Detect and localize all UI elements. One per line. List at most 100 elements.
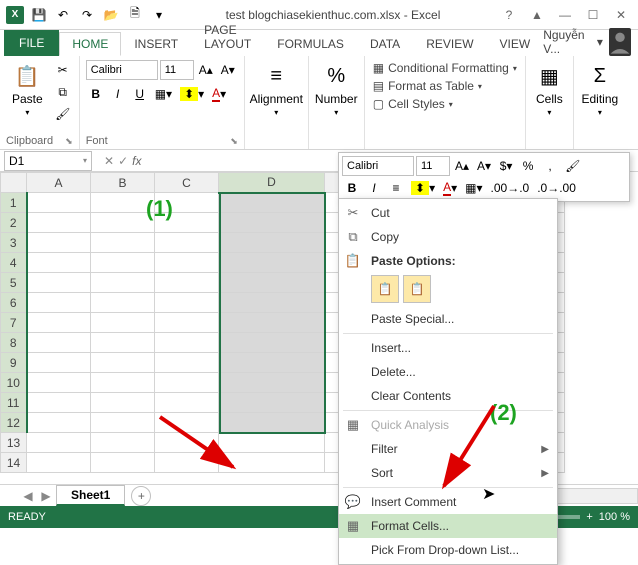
format-painter-icon[interactable]: 🖌 <box>53 104 73 124</box>
row-header-13[interactable]: 13 <box>1 433 27 453</box>
col-header-B[interactable]: B <box>91 173 155 193</box>
open-icon[interactable]: 📂 <box>100 4 122 26</box>
zoom-value[interactable]: 100 % <box>599 511 630 523</box>
maximize-icon[interactable]: ☐ <box>580 4 606 26</box>
cell-B11[interactable] <box>91 393 155 413</box>
mini-font-name[interactable] <box>342 156 414 176</box>
minimize-icon[interactable]: — <box>552 4 578 26</box>
font-size-combo[interactable] <box>160 60 194 80</box>
mini-dec-decimal-icon[interactable]: .00→.0 <box>488 178 533 198</box>
cell-B10[interactable] <box>91 373 155 393</box>
mini-comma-icon[interactable]: , <box>540 156 560 176</box>
ctx-insert-comment[interactable]: 💬 Insert Comment <box>339 490 557 514</box>
conditional-formatting-button[interactable]: ▦ Conditional Formatting ▾ <box>371 60 519 76</box>
mini-percent-icon[interactable]: % <box>518 156 538 176</box>
cell-D12[interactable] <box>219 413 325 433</box>
row-header-9[interactable]: 9 <box>1 353 27 373</box>
increase-font-icon[interactable]: A▴ <box>196 60 216 80</box>
cell-D7[interactable] <box>219 313 325 333</box>
ctx-paste-special[interactable]: Paste Special... <box>339 307 557 331</box>
row-header-12[interactable]: 12 <box>1 413 27 433</box>
close-icon[interactable]: ✕ <box>608 4 634 26</box>
mini-font-color-icon[interactable]: A▾ <box>440 178 460 198</box>
clipboard-launcher-icon[interactable]: ⬊ <box>65 136 73 147</box>
editing-button[interactable]: Σ Editing ▾ <box>580 60 620 119</box>
tab-file[interactable]: FILE <box>4 30 59 56</box>
cell-C6[interactable] <box>155 293 219 313</box>
cell-C5[interactable] <box>155 273 219 293</box>
cell-D11[interactable] <box>219 393 325 413</box>
cell-D9[interactable] <box>219 353 325 373</box>
cell-D10[interactable] <box>219 373 325 393</box>
tab-page-layout[interactable]: PAGE LAYOUT <box>191 18 264 56</box>
cell-D3[interactable] <box>219 233 325 253</box>
cell-B8[interactable] <box>91 333 155 353</box>
row-header-4[interactable]: 4 <box>1 253 27 273</box>
sheet-nav-next-icon[interactable]: ▶ <box>38 489 54 503</box>
cell-C2[interactable] <box>155 213 219 233</box>
mini-align-icon[interactable]: ≡ <box>386 178 406 198</box>
row-header-3[interactable]: 3 <box>1 233 27 253</box>
select-all-corner[interactable] <box>1 173 27 193</box>
ctx-clear-contents[interactable]: Clear Contents <box>339 384 557 408</box>
cell-A7[interactable] <box>27 313 91 333</box>
ribbon-collapse-icon[interactable]: ▲ <box>524 4 550 26</box>
cell-B13[interactable] <box>91 433 155 453</box>
bold-button[interactable]: B <box>86 84 106 104</box>
add-sheet-button[interactable]: + <box>131 486 151 506</box>
cell-A8[interactable] <box>27 333 91 353</box>
excel-app-icon[interactable]: X <box>4 4 26 26</box>
cell-A2[interactable] <box>27 213 91 233</box>
cut-icon[interactable]: ✂ <box>53 60 73 80</box>
cell-A5[interactable] <box>27 273 91 293</box>
cell-B14[interactable] <box>91 453 155 473</box>
cancel-formula-icon[interactable]: ✕ <box>104 154 114 168</box>
cell-B5[interactable] <box>91 273 155 293</box>
cell-C11[interactable] <box>155 393 219 413</box>
row-header-7[interactable]: 7 <box>1 313 27 333</box>
mini-fill-icon[interactable]: ⬍▾ <box>408 178 438 198</box>
cell-D14[interactable] <box>219 453 325 473</box>
tab-home[interactable]: HOME <box>59 32 121 56</box>
ctx-format-cells[interactable]: ▦ Format Cells... <box>339 514 557 538</box>
ctx-cut[interactable]: ✂ Cut <box>339 201 557 225</box>
col-header-C[interactable]: C <box>155 173 219 193</box>
enter-formula-icon[interactable]: ✓ <box>118 154 128 168</box>
cell-B3[interactable] <box>91 233 155 253</box>
cell-A13[interactable] <box>27 433 91 453</box>
cell-A10[interactable] <box>27 373 91 393</box>
cell-C8[interactable] <box>155 333 219 353</box>
save-icon[interactable]: 💾 <box>28 4 50 26</box>
font-launcher-icon[interactable]: ⬊ <box>230 136 238 147</box>
cell-A11[interactable] <box>27 393 91 413</box>
copy-icon[interactable]: ⧉ <box>53 82 73 102</box>
cell-C3[interactable] <box>155 233 219 253</box>
col-header-D[interactable]: D <box>219 173 325 193</box>
mini-bold-icon[interactable]: B <box>342 178 362 198</box>
mini-format-painter-icon[interactable]: 🖌 <box>562 156 583 176</box>
mini-italic-icon[interactable]: I <box>364 178 384 198</box>
cell-A14[interactable] <box>27 453 91 473</box>
number-button[interactable]: % Number ▾ <box>315 60 358 119</box>
paste-button[interactable]: 📋 Paste ▾ <box>6 60 49 133</box>
tab-formulas[interactable]: FORMULAS <box>264 32 357 56</box>
cell-B6[interactable] <box>91 293 155 313</box>
decrease-font-icon[interactable]: A▾ <box>218 60 238 80</box>
fx-icon[interactable]: fx <box>132 154 141 168</box>
cell-C13[interactable] <box>155 433 219 453</box>
row-header-5[interactable]: 5 <box>1 273 27 293</box>
tab-insert[interactable]: INSERT <box>121 32 191 56</box>
format-as-table-button[interactable]: ▤ Format as Table ▾ <box>371 78 519 94</box>
cell-D4[interactable] <box>219 253 325 273</box>
cell-A1[interactable] <box>27 193 91 213</box>
cell-C1[interactable] <box>155 193 219 213</box>
col-header-A[interactable]: A <box>27 173 91 193</box>
cell-B12[interactable] <box>91 413 155 433</box>
user-account[interactable]: Nguyễn V... ▾ <box>543 28 638 56</box>
cell-B4[interactable] <box>91 253 155 273</box>
cell-B9[interactable] <box>91 353 155 373</box>
mini-accounting-icon[interactable]: $▾ <box>496 156 516 176</box>
help-icon[interactable]: ? <box>496 4 522 26</box>
cell-C12[interactable] <box>155 413 219 433</box>
cell-C4[interactable] <box>155 253 219 273</box>
